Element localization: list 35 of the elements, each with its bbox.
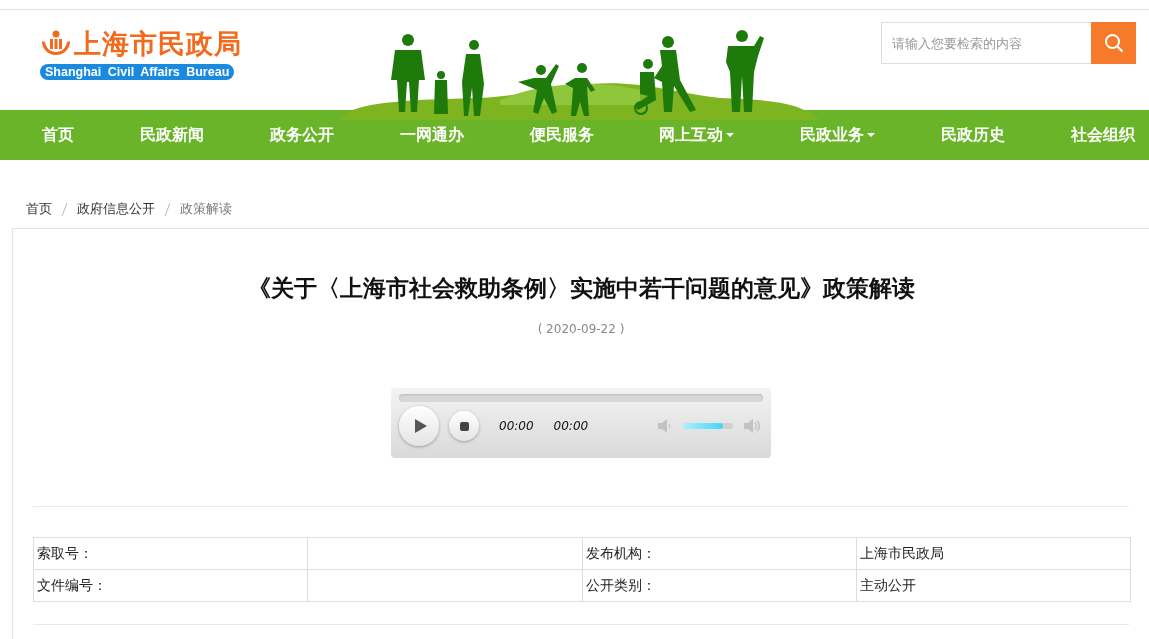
duration-time: 00:00 [553,419,589,433]
volume-icon[interactable] [743,418,763,434]
nav-link[interactable]: 社会组织 [1071,124,1135,146]
stop-button[interactable] [449,411,479,441]
table-cell: 公开类别： [582,569,857,602]
table-cell: 主动公开 [856,569,1131,602]
table-cell: 索取号： [33,537,308,570]
volume-track[interactable] [683,423,733,429]
search-icon [1103,33,1124,53]
nav-link[interactable]: 政务公开 [269,124,334,146]
nav-link[interactable]: 一网通办 [399,124,464,146]
nav-link[interactable]: 民政业务 [800,124,876,146]
article-title: 《关于〈上海市社会救助条例〉实施中若干问题的意见》政策解读 [246,274,916,303]
breadcrumb-link[interactable]: 政策解读 [180,200,232,218]
nav-link[interactable]: 网上互动 [659,124,735,146]
table-cell: 文件编号： [33,569,308,602]
breadcrumb-link[interactable]: 首页 [26,200,52,218]
elapsed-time: 00:00 [499,419,534,433]
site-title: 上海市民政局 [74,27,242,61]
table-cell: 发布机构： [582,537,857,570]
progress-track[interactable] [399,394,763,402]
caret-icon [726,133,735,137]
nav-link[interactable]: 便民服务 [529,124,594,146]
play-button[interactable] [399,406,439,446]
breadcrumb-link[interactable]: 政府信息公开 [77,200,155,218]
search-button[interactable] [1091,22,1136,64]
site-subtitle: Shanghai Civil Affairs Bureau [40,64,235,80]
search-field[interactable]: 请输入您要检索的内容 [881,22,1091,64]
nav-link[interactable]: 首页 [42,124,74,146]
caret-icon [867,133,876,137]
nav-link[interactable]: 民政新闻 [139,124,204,146]
nav-link[interactable]: 民政历史 [941,124,1006,146]
publish-date: ( 2020-09-22 ) [536,322,626,336]
table-cell: 上海市民政局 [856,537,1131,570]
mute-icon[interactable] [657,418,673,434]
